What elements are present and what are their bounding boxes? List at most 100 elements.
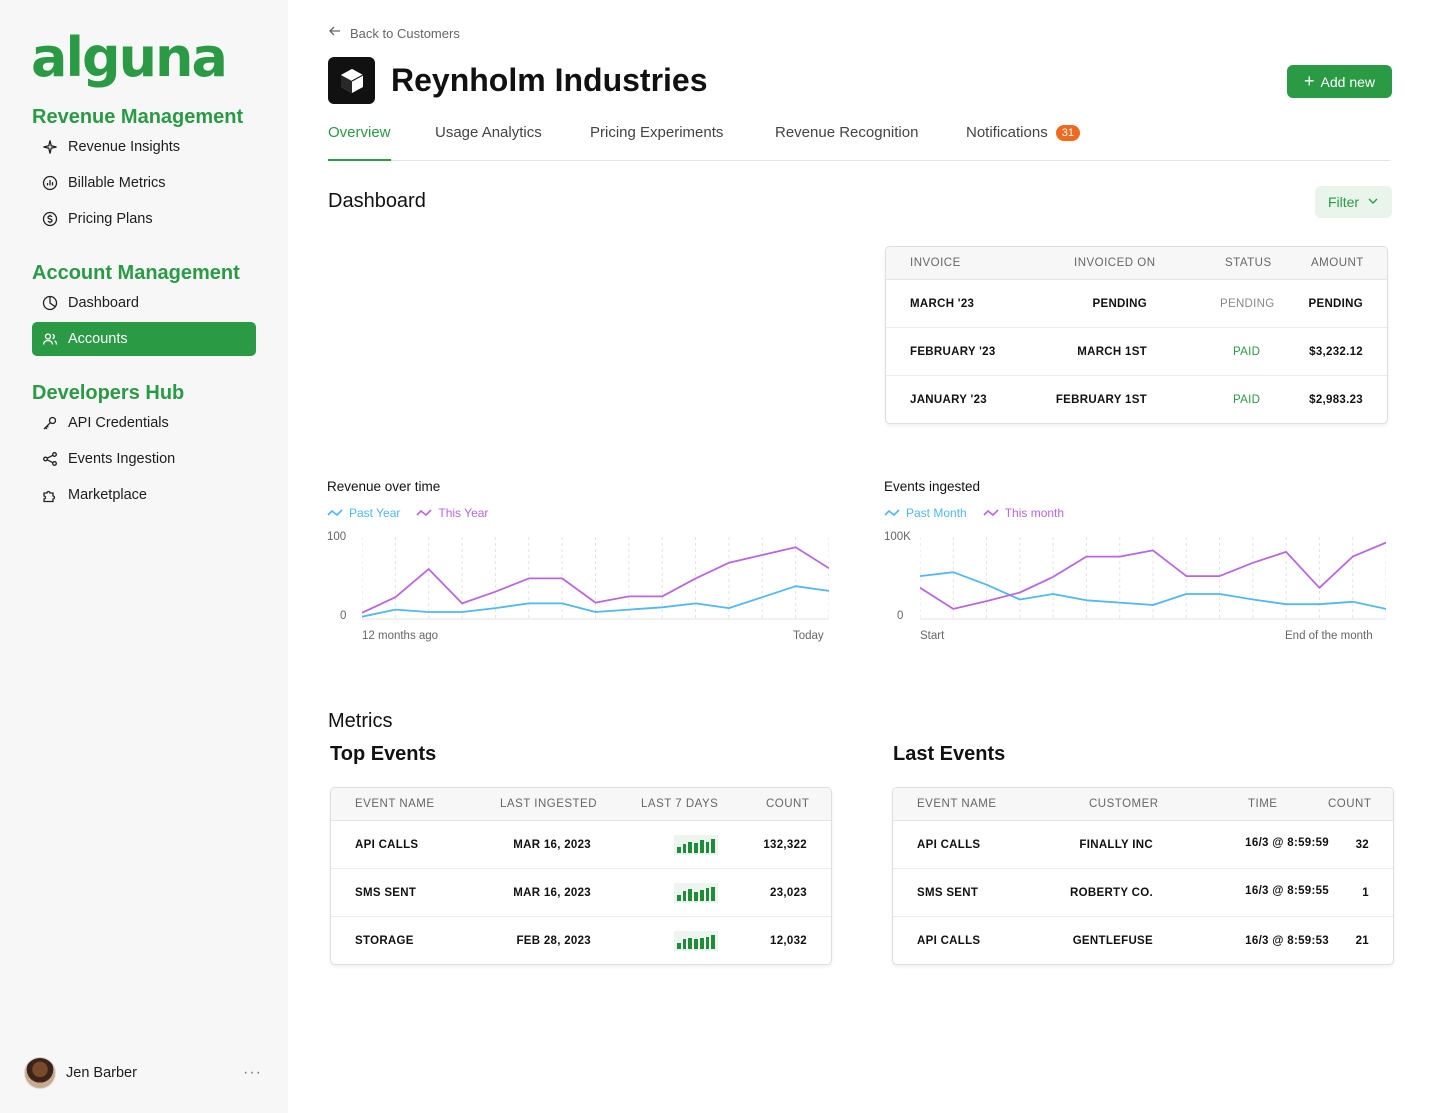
column-header[interactable]: INVOICED ON: [1074, 257, 1156, 269]
column-header[interactable]: TIME: [1248, 798, 1277, 810]
metrics-heading: Metrics: [328, 710, 393, 732]
event-name-cell: API CALLS: [917, 839, 981, 851]
page-title: Reynholm Industries: [391, 62, 708, 98]
spark-bar: [699, 889, 704, 901]
event-name-cell: SMS SENT: [355, 887, 417, 899]
count-cell: 12,032: [770, 935, 807, 947]
column-header[interactable]: STATUS: [1225, 257, 1272, 269]
events-chart-plot: [920, 537, 1386, 620]
spark-bar: [682, 844, 687, 853]
column-header[interactable]: AMOUNT: [1311, 257, 1364, 269]
status-badge: PENDING: [1220, 298, 1275, 310]
x-end-label: Today: [793, 630, 824, 642]
table-row[interactable]: API CALLS FINALLY INC 16/3 @ 8:59:59 32: [893, 821, 1393, 869]
spark-bar: [711, 886, 716, 901]
sidebar-item-accounts[interactable]: Accounts: [32, 322, 256, 356]
box-icon: [340, 68, 363, 93]
tab-notifications[interactable]: Notifications 31: [966, 124, 1080, 161]
plus-icon: +: [1304, 70, 1315, 91]
customer-cell: ROBERTY CO.: [1070, 887, 1153, 899]
event-name-cell: STORAGE: [355, 935, 414, 947]
table-header: EVENT NAME LAST INGESTED LAST 7 DAYS COU…: [331, 788, 831, 821]
column-header[interactable]: LAST 7 DAYS: [641, 798, 718, 810]
amount-cell: $2,983.23: [1309, 394, 1363, 406]
spark-bar: [682, 891, 687, 901]
back-to-customers-link[interactable]: Back to Customers: [328, 24, 460, 42]
sidebar-item-dashboard[interactable]: Dashboard: [32, 286, 256, 320]
avatar[interactable]: [24, 1057, 56, 1089]
amount-cell: $3,232.12: [1309, 346, 1363, 358]
trend-icon: [327, 509, 343, 517]
column-header[interactable]: LAST INGESTED: [500, 798, 597, 810]
tabs: Overview Usage Analytics Pricing Experim…: [328, 118, 1390, 161]
table-row[interactable]: SMS SENT MAR 16, 2023 23,023: [331, 869, 831, 917]
table-header: EVENT NAME CUSTOMER TIME COUNT: [893, 788, 1393, 821]
count-cell: 132,322: [763, 839, 807, 851]
table-header: INVOICE INVOICED ON STATUS AMOUNT: [886, 247, 1387, 280]
add-new-button[interactable]: + Add new: [1287, 65, 1392, 98]
back-link-label: Back to Customers: [350, 25, 460, 41]
table-row[interactable]: SMS SENT ROBERTY CO. 16/3 @ 8:59:55 1: [893, 869, 1393, 917]
legend-label: This Year: [438, 506, 489, 520]
top-events-table: EVENT NAME LAST INGESTED LAST 7 DAYS COU…: [330, 787, 832, 965]
sidebar-item-api-credentials[interactable]: API Credentials: [32, 406, 256, 440]
legend-label: Past Year: [349, 506, 401, 520]
legend-item-past-year[interactable]: Past Year: [327, 506, 400, 520]
column-header[interactable]: CUSTOMER: [1089, 798, 1159, 810]
dollar-circle-icon: [41, 210, 59, 228]
sidebar-item-revenue-insights[interactable]: Revenue Insights: [32, 130, 256, 164]
share-nodes-icon: [41, 450, 59, 468]
sidebar: alguna Revenue Management Revenue Insigh…: [0, 0, 288, 1113]
y-tick-label: 0: [897, 610, 904, 622]
table-row[interactable]: API CALLS MAR 16, 2023 132,322: [331, 821, 831, 869]
count-cell: 21: [1355, 935, 1369, 947]
invoice-table: INVOICE INVOICED ON STATUS AMOUNT MARCH …: [885, 246, 1388, 424]
chart-circle-icon: [41, 174, 59, 192]
table-row[interactable]: MARCH '23 PENDING PENDING PENDING: [886, 280, 1387, 328]
sidebar-item-marketplace[interactable]: Marketplace: [32, 478, 256, 512]
puzzle-icon: [41, 486, 59, 504]
column-header[interactable]: COUNT: [766, 798, 809, 810]
user-name: Jen Barber: [66, 1065, 137, 1081]
tab-revenue-recognition[interactable]: Revenue Recognition: [775, 124, 918, 161]
column-header[interactable]: EVENT NAME: [355, 798, 435, 810]
last-events-table: EVENT NAME CUSTOMER TIME COUNT API CALLS…: [892, 787, 1394, 965]
invoice-cell: JANUARY '23: [910, 394, 987, 406]
sidebar-item-billable-metrics[interactable]: Billable Metrics: [32, 166, 256, 200]
brand-logo[interactable]: alguna: [31, 26, 228, 90]
column-header[interactable]: INVOICE: [910, 257, 961, 269]
tab-pricing-experiments[interactable]: Pricing Experiments: [590, 124, 723, 161]
invoice-cell: FEBRUARY '23: [910, 346, 996, 358]
event-name-cell: API CALLS: [355, 839, 419, 851]
legend-item-this-month[interactable]: This month: [983, 506, 1064, 520]
legend-item-past-month[interactable]: Past Month: [884, 506, 967, 520]
filter-button[interactable]: Filter: [1315, 186, 1392, 218]
sidebar-item-label: Pricing Plans: [68, 211, 153, 227]
status-badge: PAID: [1233, 394, 1261, 406]
table-row[interactable]: API CALLS GENTLEFUSE 16/3 @ 8:59:53 21: [893, 917, 1393, 964]
spark-bar: [705, 841, 710, 853]
customer-cell: GENTLEFUSE: [1072, 935, 1153, 947]
events-chart-legend: Past Month This month: [884, 506, 1064, 520]
column-header[interactable]: COUNT: [1328, 798, 1371, 810]
spark-bar: [699, 937, 704, 949]
notification-badge: 31: [1055, 125, 1080, 141]
user-profile[interactable]: Jen Barber ···: [24, 1057, 264, 1089]
table-row[interactable]: JANUARY '23 FEBRUARY 1ST PAID $2,983.23: [886, 376, 1387, 423]
tab-overview[interactable]: Overview: [328, 124, 391, 161]
spark-bar: [677, 895, 681, 901]
table-row[interactable]: STORAGE FEB 28, 2023 12,032: [331, 917, 831, 964]
sidebar-item-pricing-plans[interactable]: Pricing Plans: [32, 202, 256, 236]
users-icon: [41, 330, 59, 348]
time-cell: 16/3 @ 8:59:55: [1245, 885, 1329, 897]
spark-bar: [694, 892, 698, 901]
table-row[interactable]: FEBRUARY '23 MARCH 1ST PAID $3,232.12: [886, 328, 1387, 376]
more-options-icon[interactable]: ···: [243, 1064, 262, 1082]
event-name-cell: SMS SENT: [917, 887, 979, 899]
legend-item-this-year[interactable]: This Year: [416, 506, 488, 520]
spark-bar: [705, 937, 710, 949]
tab-usage-analytics[interactable]: Usage Analytics: [435, 124, 542, 161]
sidebar-item-events-ingestion[interactable]: Events Ingestion: [32, 442, 256, 476]
column-header[interactable]: EVENT NAME: [917, 798, 997, 810]
sidebar-item-label: Revenue Insights: [68, 139, 181, 155]
